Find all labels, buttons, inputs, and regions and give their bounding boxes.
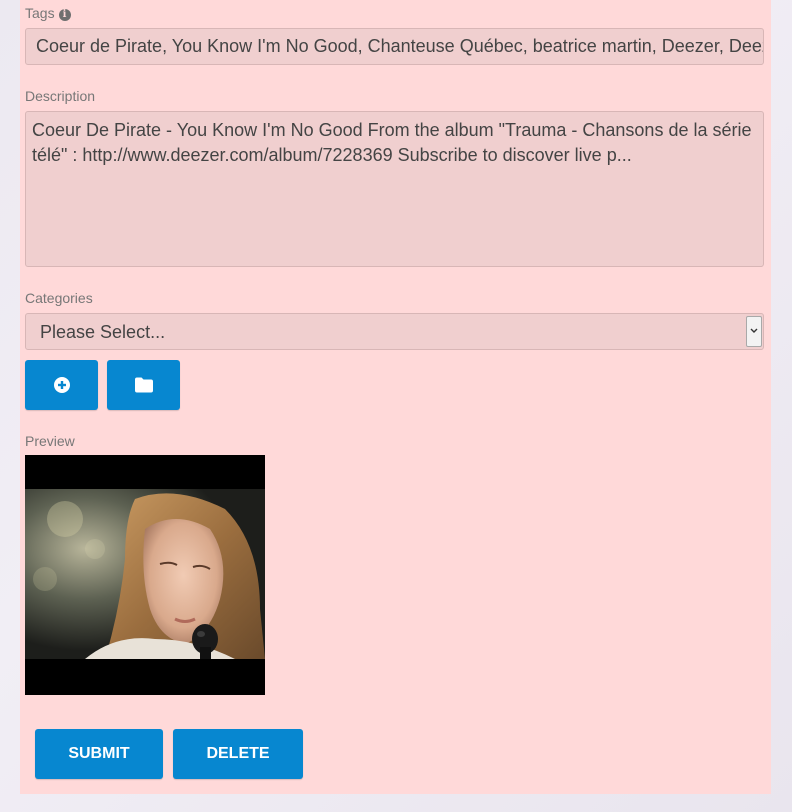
browse-folder-button[interactable] [107,360,180,410]
preview-label: Preview [25,433,75,449]
chevron-down-icon[interactable] [746,316,762,347]
tags-label: Tags [25,5,55,21]
folder-icon [134,377,153,393]
info-icon[interactable]: i [58,9,71,21]
tags-input[interactable]: Coeur de Pirate, You Know I'm No Good, C… [25,28,764,65]
edit-video-form: Tags i Coeur de Pirate, You Know I'm No G… [20,0,771,794]
preview-thumbnail [25,455,265,695]
video-still [25,489,265,659]
description-label: Description [25,88,96,104]
categories-select[interactable]: Please Select... [25,313,764,350]
tags-label-row: Tags i [25,5,71,21]
categories-selected-value: Please Select... [40,322,166,342]
description-textarea[interactable]: Coeur De Pirate - You Know I'm No Good F… [25,111,764,267]
delete-button[interactable]: DELETE [173,729,303,779]
submit-button[interactable]: SUBMIT [35,729,163,779]
plus-circle-icon [53,377,70,393]
categories-label: Categories [25,290,93,306]
add-category-button[interactable] [25,360,98,410]
